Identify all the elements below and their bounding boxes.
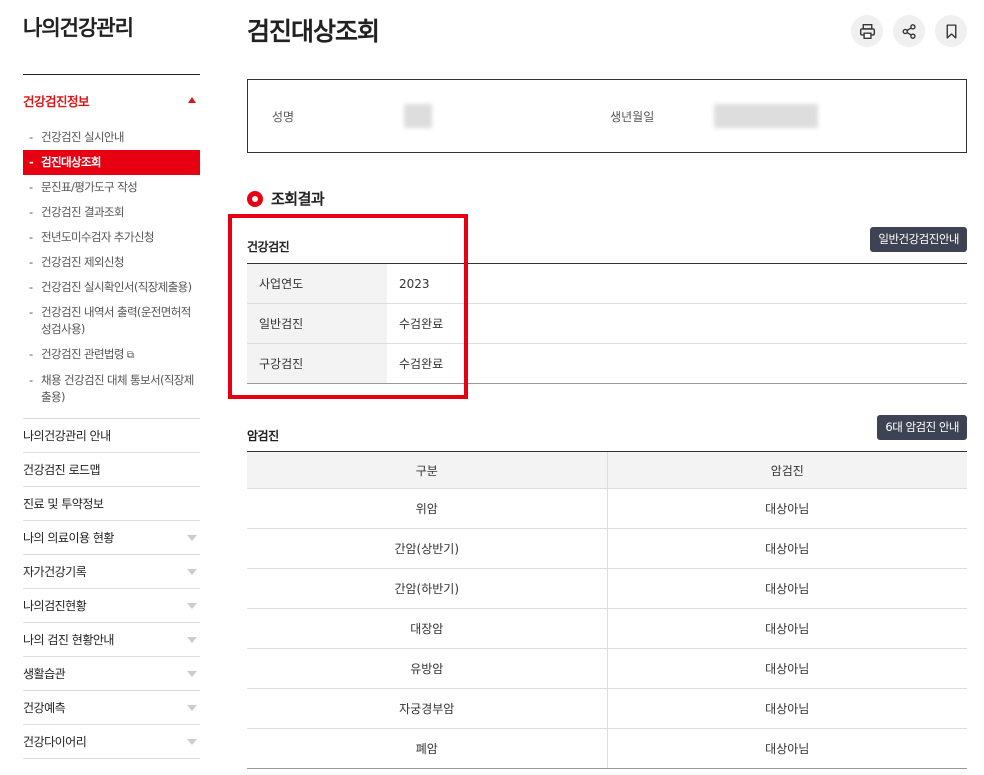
table-row: 자궁경부암 대상아님 — [247, 689, 967, 729]
column-header-cancer-checkup: 암검진 — [606, 452, 968, 488]
sidebar-section-label: 건강검진정보 — [23, 93, 90, 109]
table-header-row: 구분 암검진 — [247, 452, 967, 489]
menu-item-label: 자가건강기록 — [23, 565, 87, 579]
sidebar: 나의건강관리 건강검진정보 건강검진 실시안내 검진대상조회 문진표/평가도구 … — [23, 0, 200, 759]
highlight-annotation-box — [228, 214, 468, 399]
cancer-checkup-guide-button[interactable]: 6대 암검진 안내 — [877, 415, 967, 440]
expand-arrow-icon[interactable] — [187, 704, 197, 711]
table-row: 유방암 대상아님 — [247, 649, 967, 689]
external-link-icon: ⧉ — [126, 350, 134, 361]
menu-item-label: 진료 및 투약정보 — [23, 497, 104, 511]
sidebar-subitem-history-print[interactable]: 건강검진 내역서 출력(운전면허적성검사용) — [23, 300, 200, 342]
cell-category: 유방암 — [410, 662, 444, 676]
cell-category: 간암(상반기) — [394, 542, 460, 556]
menu-item-medication[interactable]: 진료 및 투약정보 — [23, 486, 200, 520]
cell-category: 간암(하반기) — [394, 582, 460, 596]
menu-item-exam-status[interactable]: 나의검진현황 — [23, 588, 200, 622]
menu-item-diary[interactable]: 건강다이어리 — [23, 724, 200, 759]
menu-item-label: 건강예측 — [23, 701, 66, 715]
expand-arrow-icon[interactable] — [187, 636, 197, 643]
cell-category: 자궁경부암 — [399, 702, 455, 716]
menu-item-roadmap[interactable]: 건강검진 로드맵 — [23, 452, 200, 486]
menu-item-label: 생활습관 — [23, 667, 66, 681]
menu-item-exam-status-guide[interactable]: 나의 검진 현황안내 — [23, 622, 200, 656]
cancer-section-title: 암검진 — [247, 429, 279, 443]
cancer-checkup-table: 구분 암검진 위암 대상아님 간암(상반기) 대상아님 간암(하반기) 대상아님… — [247, 451, 967, 769]
sidebar-subitem-questionnaire[interactable]: 문진표/평가도구 작성 — [23, 175, 200, 200]
sidebar-subitem-exclusion[interactable]: 건강검진 제외신청 — [23, 250, 200, 275]
sidebar-subitem-hiring-notice[interactable]: 채용 건강검진 대체 통보서(직장제출용) — [23, 368, 200, 410]
expand-arrow-icon[interactable] — [187, 602, 197, 609]
table-row: 위암 대상아님 — [247, 489, 967, 529]
sidebar-subitem-laws-label: 건강검진 관련법령 — [41, 347, 125, 361]
menu-item-label: 나의건강관리 안내 — [23, 429, 111, 443]
menu-item-label: 나의 의료이용 현황 — [23, 531, 114, 545]
cell-category: 대장암 — [410, 622, 444, 636]
sidebar-subitem-laws[interactable]: 건강검진 관련법령⧉ — [23, 342, 200, 368]
table-row: 대장암 대상아님 — [247, 609, 967, 649]
sidebar-subitem-eligibility[interactable]: 검진대상조회 — [23, 150, 200, 175]
birth-value-redacted — [714, 104, 819, 128]
expand-arrow-icon[interactable] — [187, 738, 197, 745]
location-pin-icon — [247, 190, 263, 207]
menu-item-label: 나의검진현황 — [23, 599, 87, 613]
printer-icon — [859, 23, 875, 39]
birth-label: 생년월일 — [610, 109, 655, 124]
expand-arrow-icon[interactable] — [187, 534, 197, 541]
sidebar-submenu: 건강검진 실시안내 검진대상조회 문진표/평가도구 작성 건강검진 결과조회 전… — [23, 125, 200, 418]
expand-arrow-icon[interactable] — [187, 670, 197, 677]
menu-item-prediction[interactable]: 건강예측 — [23, 690, 200, 724]
personal-info-box: 성명 생년월일 — [247, 79, 967, 153]
expand-arrow-icon[interactable] — [187, 568, 197, 575]
table-row: 폐암 대상아님 — [247, 729, 967, 769]
result-heading-label: 조회결과 — [271, 190, 325, 208]
sidebar-subitem-exam-guide[interactable]: 건강검진 실시안내 — [23, 125, 200, 150]
cell-category: 폐암 — [415, 742, 438, 756]
sidebar-title: 나의건강관리 — [23, 16, 134, 40]
sidebar-subitem-additional-request[interactable]: 전년도미수검자 추가신청 — [23, 225, 200, 250]
cell-status: 대상아님 — [606, 609, 968, 648]
print-button[interactable] — [851, 15, 883, 47]
name-value-redacted — [404, 104, 433, 128]
cell-status: 대상아님 — [606, 689, 968, 728]
cell-status: 대상아님 — [606, 729, 968, 768]
menu-item-medical-usage[interactable]: 나의 의료이용 현황 — [23, 520, 200, 554]
share-icon — [902, 23, 916, 39]
menu-item-label: 나의 검진 현황안내 — [23, 633, 114, 647]
share-button[interactable] — [893, 15, 925, 47]
column-header-category: 구분 — [415, 463, 438, 478]
name-label: 성명 — [272, 109, 295, 124]
sidebar-section-header[interactable]: 건강검진정보 — [23, 75, 200, 125]
sidebar-subitem-results[interactable]: 건강검진 결과조회 — [23, 200, 200, 225]
cell-status: 대상아님 — [606, 529, 968, 568]
menu-item-guide[interactable]: 나의건강관리 안내 — [23, 418, 200, 452]
menu-item-self-record[interactable]: 자가건강기록 — [23, 554, 200, 588]
sidebar-subitem-certificate[interactable]: 건강검진 실시확인서(직장제출용) — [23, 275, 200, 300]
page-tools — [851, 15, 967, 47]
menu-item-label: 건강검진 로드맵 — [23, 463, 101, 477]
cell-status: 대상아님 — [606, 489, 968, 528]
table-row: 간암(상반기) 대상아님 — [247, 529, 967, 569]
general-checkup-guide-button[interactable]: 일반건강검진안내 — [870, 227, 967, 252]
sidebar-menu: 나의건강관리 안내 건강검진 로드맵 진료 및 투약정보 나의 의료이용 현황 … — [23, 418, 200, 759]
cell-status: 대상아님 — [606, 569, 968, 608]
cell-status: 대상아님 — [606, 649, 968, 688]
table-row: 간암(하반기) 대상아님 — [247, 569, 967, 609]
menu-item-lifestyle[interactable]: 생활습관 — [23, 656, 200, 690]
result-heading: 조회결과 — [247, 188, 325, 209]
bookmark-button[interactable] — [935, 15, 967, 47]
cell-category: 위암 — [415, 502, 438, 516]
bookmark-icon — [946, 23, 956, 39]
menu-item-label: 건강다이어리 — [23, 735, 87, 749]
page-title: 검진대상조회 — [247, 17, 380, 46]
collapse-arrow-icon[interactable] — [188, 97, 196, 103]
